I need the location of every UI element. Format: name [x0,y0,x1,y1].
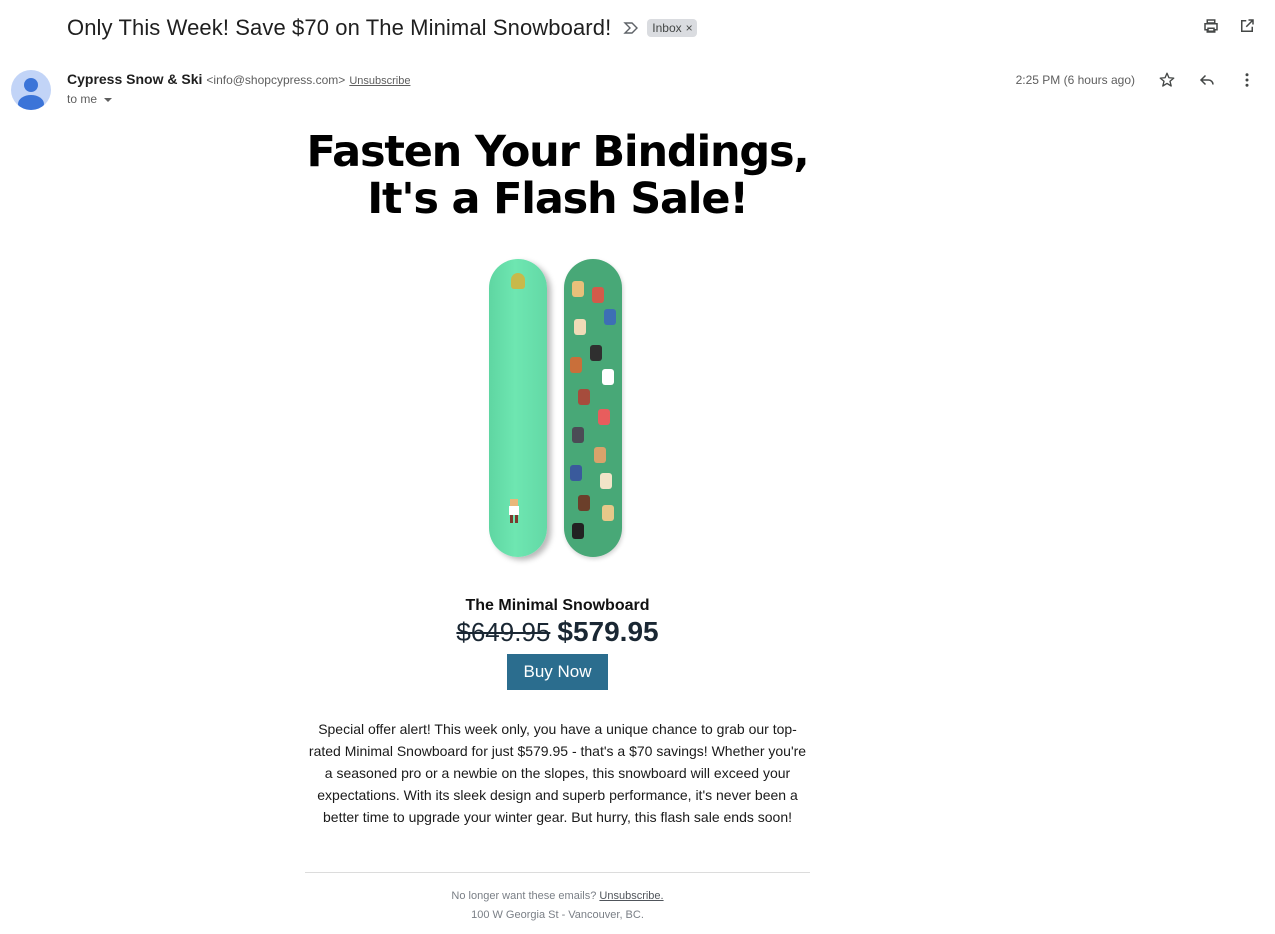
pixel-character-icon [590,345,602,361]
pixel-character-icon [602,505,614,521]
pixel-character-icon [578,495,590,511]
buy-now-button[interactable]: Buy Now [507,654,608,690]
pixel-character-icon [570,465,582,481]
pixel-character-icon [598,409,610,425]
pixel-character-icon [604,309,616,325]
subject-row: Only This Week! Save $70 on The Minimal … [67,12,697,44]
pixel-character-icon [600,473,612,489]
open-in-new-window-icon[interactable] [1237,16,1257,36]
sender-avatar[interactable] [11,70,51,110]
headline-line-1: Fasten Your Bindings, [306,127,809,177]
promo-description: Special offer alert! This week only, you… [308,721,807,825]
recipient-row: to me [67,92,113,106]
pixel-character-icon [572,523,584,539]
pixel-character-icon [592,287,604,303]
footer-prompt: No longer want these emails? [451,890,597,902]
star-icon[interactable] [1157,70,1177,90]
email-subject: Only This Week! Save $70 on The Minimal … [67,15,612,40]
recipient-text: to me [67,92,98,106]
footer-unsubscribe-link[interactable]: Unsubscribe. [599,890,663,902]
message-meta: 2:25 PM (6 hours ago) [1016,70,1257,90]
inbox-label-chip[interactable]: Inbox × [647,19,697,37]
footer-address: 100 W Georgia St - Vancouver, BC. [471,909,644,921]
message-date: 2:25 PM (6 hours ago) [1015,73,1135,87]
footer-unsubscribe-row: No longer want these emails? Unsubscribe… [305,890,810,902]
email-headline: Fasten Your Bindings, It's a Flash Sale! [305,129,810,223]
pixel-character-icon [572,427,584,443]
pixel-character-icon [574,319,586,335]
pixel-character-icon [602,369,614,385]
sender-row: Cypress Snow & Ski <info@shopcypress.com… [67,71,410,87]
label-text: Inbox [652,21,682,35]
header-unsubscribe-link[interactable]: Unsubscribe [349,75,410,87]
headline-line-2: It's a Flash Sale! [367,174,749,224]
subject-actions [1201,16,1257,36]
sale-price: $579.95 [557,616,659,647]
snowboard-product-image[interactable] [305,251,810,561]
email-body: Fasten Your Bindings, It's a Flash Sale! [305,124,810,921]
pixel-character-icon [507,499,521,525]
print-icon[interactable] [1201,16,1221,36]
snowboard-base-graphic [564,259,622,557]
pixel-character-icon [594,447,606,463]
reply-icon[interactable] [1197,70,1217,90]
price-row: $649.95 $579.95 [305,616,810,648]
importance-marker-icon[interactable] [623,20,639,36]
product-name: The Minimal Snowboard [465,597,650,614]
pixel-character-icon [572,281,584,297]
original-price: $649.95 [456,617,551,647]
bell-logo-icon [511,273,525,289]
pixel-character-icon [570,357,582,373]
footer-divider [305,872,810,873]
pixel-character-icon [578,389,590,405]
show-details-chevron-down-icon[interactable] [103,94,113,104]
more-vertical-icon[interactable] [1237,70,1257,90]
snowboard-top-view [489,259,547,557]
sender-email: <info@shopcypress.com> [206,73,346,87]
sender-name[interactable]: Cypress Snow & Ski [67,71,202,87]
remove-label-icon[interactable]: × [686,21,693,35]
